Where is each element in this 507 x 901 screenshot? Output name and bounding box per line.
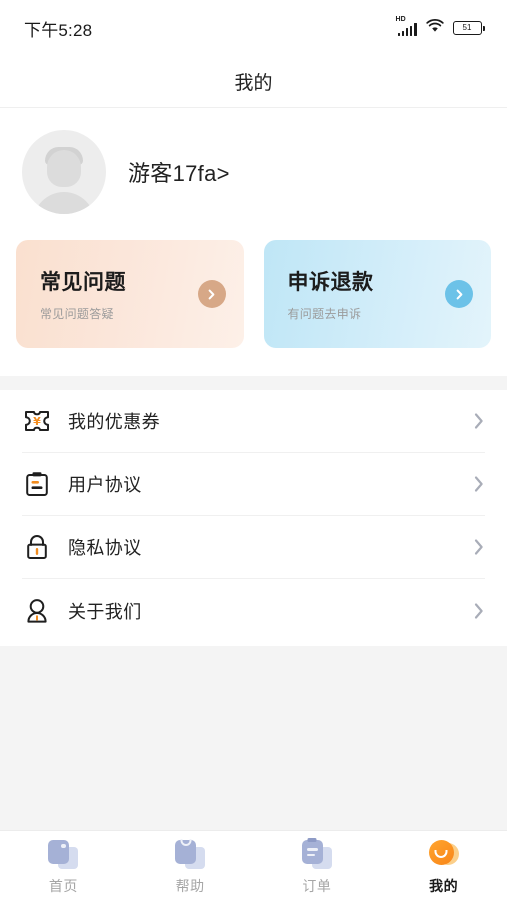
status-icons: HD 51 <box>396 16 485 38</box>
tab-home[interactable]: 首页 <box>0 831 127 901</box>
svg-text:¥: ¥ <box>33 415 41 428</box>
chevron-right-icon <box>473 474 485 494</box>
menu-item-user-agreement-label: 用户协议 <box>68 475 142 495</box>
chevron-right-icon <box>473 537 485 557</box>
tab-home-label: 首页 <box>48 878 78 894</box>
refund-card[interactable]: 申诉退款 有问题去申诉 <box>263 240 491 348</box>
hd-label: HD <box>395 16 406 23</box>
profile-smile-icon <box>428 840 459 870</box>
tab-orders-label: 订单 <box>302 878 332 894</box>
wifi-icon <box>425 18 444 38</box>
faq-card-arrow-button[interactable] <box>197 280 226 308</box>
battery-level: 51 <box>462 23 472 32</box>
home-icon <box>48 840 79 870</box>
menu-item-coupons-label: 我的优惠券 <box>68 412 160 432</box>
person-icon <box>22 596 52 626</box>
menu-item-about-us[interactable]: 关于我们 <box>22 579 485 642</box>
status-bar: 下午5:28 HD 51 <box>0 0 507 56</box>
tab-profile[interactable]: 我的 <box>380 831 507 901</box>
faq-card[interactable]: 常见问题 常见问题答疑 <box>16 240 244 348</box>
clipboard-icon <box>22 469 52 499</box>
menu-item-privacy-agreement[interactable]: 隐私协议 <box>22 516 485 579</box>
avatar[interactable] <box>22 130 106 214</box>
section-divider <box>0 376 507 390</box>
hd-signal-icon: HD <box>396 16 417 36</box>
page-header: 我的 <box>0 56 507 108</box>
menu-item-user-agreement[interactable]: 用户协议 <box>22 453 485 516</box>
refund-card-arrow-button[interactable] <box>445 280 473 308</box>
settings-menu-list: ¥ 我的优惠券 用户协议 隐私协议 关于我们 <box>0 390 507 642</box>
coupon-icon: ¥ <box>22 406 52 436</box>
page-title: 我的 <box>234 73 273 94</box>
menu-item-coupons[interactable]: ¥ 我的优惠券 <box>22 390 485 453</box>
battery-icon: 51 <box>452 21 485 35</box>
tab-orders[interactable]: 订单 <box>254 831 381 901</box>
menu-item-privacy-agreement-label: 隐私协议 <box>68 538 142 558</box>
menu-item-about-us-label: 关于我们 <box>68 601 142 622</box>
lock-icon <box>22 532 52 562</box>
bottom-tab-bar: 首页 帮助 订单 我的 <box>0 830 507 901</box>
tab-help-label: 帮助 <box>175 878 205 894</box>
tab-profile-label: 我的 <box>429 878 459 894</box>
profile-section[interactable]: 游客17fa> <box>0 108 507 230</box>
profile-name[interactable]: 游客17fa> <box>128 156 230 188</box>
signal-bars-icon <box>397 23 417 36</box>
chevron-right-icon <box>473 411 485 431</box>
promo-card-row: 常见问题 常见问题答疑 申诉退款 有问题去申诉 <box>0 230 507 376</box>
status-time: 下午5:28 <box>24 20 93 40</box>
help-bag-icon <box>175 839 206 870</box>
tab-help[interactable]: 帮助 <box>127 831 254 901</box>
page-background-filler <box>0 646 507 830</box>
order-document-icon <box>301 838 332 870</box>
chevron-right-icon <box>473 601 485 621</box>
